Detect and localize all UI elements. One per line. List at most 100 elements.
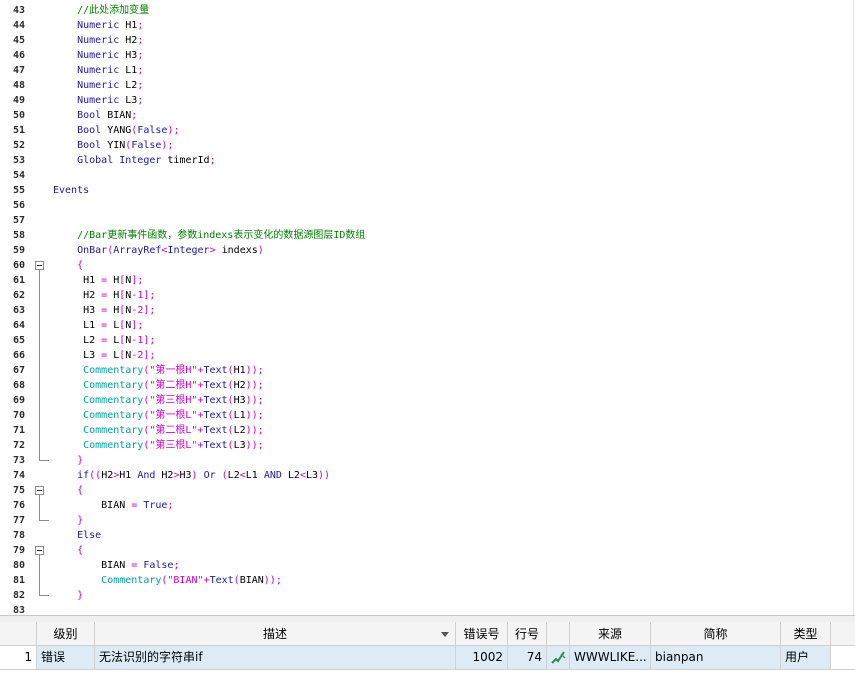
- code-line[interactable]: 69 Commentary("第三根H"+Text(H3));: [0, 393, 853, 408]
- header-type[interactable]: 类型: [781, 622, 831, 646]
- code-text: H1 = H[N];: [53, 273, 143, 288]
- fold-guide-line: [39, 555, 40, 595]
- code-token: H2: [233, 380, 246, 391]
- sort-down-icon[interactable]: [441, 632, 449, 637]
- code-line[interactable]: 43 //此处添加变量: [0, 3, 853, 18]
- code-line[interactable]: 62 H2 = H[N-1];: [0, 288, 853, 303]
- code-line[interactable]: 65 L2 = L[N-1];: [0, 333, 853, 348]
- code-token: H3: [53, 305, 102, 316]
- code-line[interactable]: 73 }: [0, 453, 853, 468]
- code-token: //此处添加变量: [77, 5, 150, 16]
- code-line[interactable]: 82 }: [0, 588, 853, 603]
- code-line[interactable]: 75 {: [0, 483, 853, 498]
- code-token: L: [107, 350, 120, 361]
- code-token: True: [137, 500, 168, 511]
- code-line[interactable]: 66 L3 = L[N-2];: [0, 348, 853, 363]
- code-line[interactable]: 53 Global Integer timerId;: [0, 153, 853, 168]
- header-line-no[interactable]: 行号: [508, 622, 547, 646]
- code-line[interactable]: 49 Numeric L3;: [0, 93, 853, 108]
- code-line[interactable]: 56: [0, 198, 853, 213]
- code-line[interactable]: 64 L1 = L[N];: [0, 318, 853, 333]
- code-line[interactable]: 44 Numeric H1;: [0, 18, 853, 33]
- header-source-icon[interactable]: [547, 622, 570, 646]
- line-number: 56: [12, 200, 25, 211]
- code-text: Events: [53, 183, 89, 198]
- header-description[interactable]: 描述: [95, 622, 456, 646]
- code-line[interactable]: 51 Bool YANG(False);: [0, 123, 853, 138]
- code-line[interactable]: 47 Numeric L1;: [0, 63, 853, 78]
- code-line[interactable]: 72 Commentary("第三根L"+Text(L3));: [0, 438, 853, 453]
- code-line[interactable]: 83: [0, 603, 853, 615]
- code-token: }: [77, 590, 84, 601]
- code-token: {: [77, 485, 84, 496]
- code-line[interactable]: 55 Events: [0, 183, 853, 198]
- line-number: 45: [12, 35, 25, 46]
- code-token: indexs: [215, 245, 258, 256]
- code-token: );: [161, 140, 174, 151]
- code-token: Commentary: [83, 395, 144, 406]
- code-line[interactable]: 48 Numeric L2;: [0, 78, 853, 93]
- code-line[interactable]: 54: [0, 168, 853, 183]
- fold-collapse-icon[interactable]: [35, 261, 44, 270]
- fold-collapse-icon[interactable]: [35, 486, 44, 495]
- code-line[interactable]: 59 OnBar(ArrayRef<Integer> indexs): [0, 243, 853, 258]
- code-line[interactable]: 80 BIAN = False;: [0, 558, 853, 573]
- code-token: ((: [89, 470, 102, 481]
- code-line[interactable]: 63 H3 = H[N-2];: [0, 303, 853, 318]
- header-short-name[interactable]: 简称: [651, 622, 781, 646]
- code-token: Text: [203, 425, 228, 436]
- code-token: L1: [245, 470, 264, 481]
- code-line[interactable]: 52 Bool YIN(False);: [0, 138, 853, 153]
- code-line[interactable]: 46 Numeric H3;: [0, 48, 853, 63]
- line-number: 49: [12, 95, 25, 106]
- code-token: ): [257, 245, 264, 256]
- code-token: ));: [245, 440, 264, 451]
- code-text: Bool YANG(False);: [53, 123, 179, 138]
- code-line[interactable]: 70 Commentary("第一根L"+Text(L1));: [0, 408, 853, 423]
- code-text: Numeric L3;: [53, 93, 143, 108]
- error-row[interactable]: 1 错误 无法识别的字符串if 1002 74 WWWLIKE... bianp…: [0, 646, 855, 670]
- panel-splitter[interactable]: [0, 615, 855, 622]
- code-line[interactable]: 79 {: [0, 543, 853, 558]
- code-token: Numeric: [77, 95, 120, 106]
- header-error-no[interactable]: 错误号: [456, 622, 508, 646]
- row-type: 用户: [781, 646, 831, 669]
- code-line[interactable]: 76 BIAN = True;: [0, 498, 853, 513]
- header-level[interactable]: 级别: [37, 622, 95, 646]
- code-line[interactable]: 77 }: [0, 513, 853, 528]
- code-token: Commentary: [101, 575, 162, 586]
- line-number: 62: [12, 290, 25, 301]
- code-line[interactable]: 78 Else: [0, 528, 853, 543]
- code-line[interactable]: 60 {: [0, 258, 853, 273]
- code-token: Numeric: [77, 50, 120, 61]
- code-token: ));: [245, 380, 264, 391]
- code-editor[interactable]: 43 //此处添加变量 44 Numeric H1; 45 Numeric H2; 4…: [0, 0, 855, 615]
- code-line[interactable]: 71 Commentary("第二根L"+Text(L2));: [0, 423, 853, 438]
- row-filler: [831, 646, 855, 669]
- code-token: -1];: [131, 335, 156, 346]
- code-line[interactable]: 81 Commentary("BIAN"+Text(BIAN));: [0, 573, 853, 588]
- fold-collapse-icon[interactable]: [35, 546, 44, 555]
- line-number: 80: [12, 560, 25, 571]
- code-line[interactable]: 50 Bool BIAN;: [0, 108, 853, 123]
- code-line[interactable]: 61 H1 = H[N];: [0, 273, 853, 288]
- row-level: 错误: [37, 646, 95, 669]
- code-line[interactable]: 57: [0, 213, 853, 228]
- code-line[interactable]: 67 Commentary("第一根H"+Text(H1));: [0, 363, 853, 378]
- code-line[interactable]: 58 //Bar更新事件函数，参数indexs表示变化的数据源图层ID数组: [0, 228, 853, 243]
- code-token: ("第二根L"+: [143, 425, 204, 436]
- code-line[interactable]: 68 Commentary("第二根H"+Text(H2));: [0, 378, 853, 393]
- header-source[interactable]: 来源: [570, 622, 651, 646]
- code-token: ;: [167, 500, 174, 511]
- fold-end-marker: [39, 595, 49, 596]
- code-token: ;: [131, 110, 138, 121]
- code-line[interactable]: 74 if((H2>H1 And H2>H3) Or (L2<L1 AND L2…: [0, 468, 853, 483]
- line-number: 77: [12, 515, 25, 526]
- code-line[interactable]: 45 Numeric H2;: [0, 33, 853, 48]
